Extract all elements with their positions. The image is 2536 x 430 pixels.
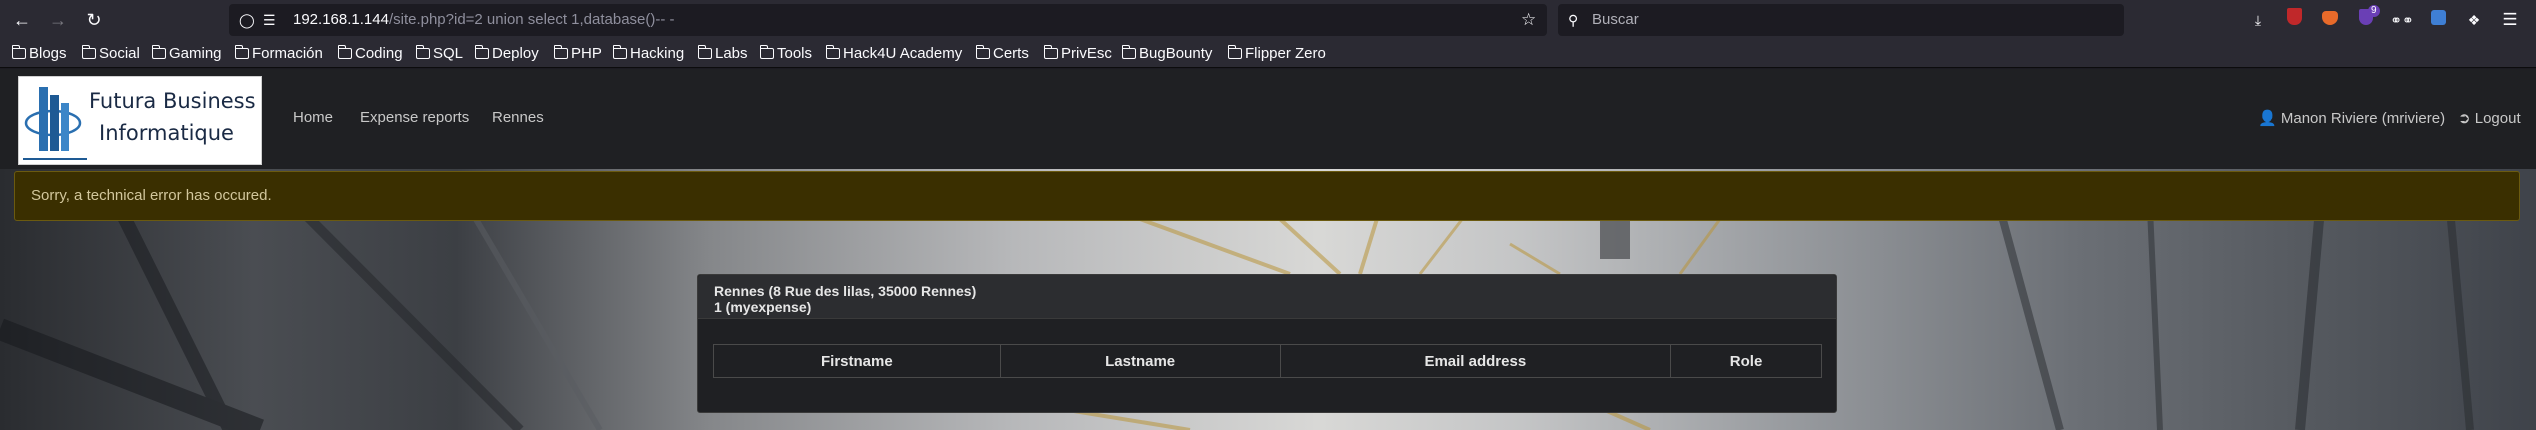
bookmark-folder[interactable]: Tools	[759, 43, 812, 65]
bookmark-folder[interactable]: Labs	[697, 43, 748, 65]
ublock-icon[interactable]	[2282, 8, 2306, 32]
users-table: Firstname Lastname Email address Role	[713, 344, 1822, 378]
logout-label: Logout	[2474, 110, 2521, 127]
bookmarks-bar: Blogs Social Gaming Formación Coding SQL…	[0, 40, 2536, 68]
fox-icon[interactable]	[2318, 8, 2342, 32]
bookmark-folder[interactable]: Deploy	[474, 43, 539, 65]
logout-icon: ➲	[2458, 110, 2471, 127]
url-path: /site.php?id=2 union select 1,database()…	[388, 11, 675, 28]
column-lastname: Lastname	[999, 344, 1281, 378]
folder-icon	[1043, 45, 1058, 59]
url-host: 192.168.1.144	[293, 11, 389, 28]
glasses-icon[interactable]: ⚭⚭	[2390, 8, 2414, 32]
url-bar[interactable]: ◯ ☰ 192.168.1.144/site.php?id=2 union se…	[229, 4, 1547, 36]
card-header: Rennes (8 Rue des lilas, 35000 Rennes) 1…	[698, 275, 1836, 319]
column-firstname: Firstname	[713, 344, 1001, 378]
folder-icon	[234, 45, 249, 59]
logo-text-line1: Futura Business	[89, 89, 256, 113]
folder-icon	[151, 45, 166, 59]
agency-card: Rennes (8 Rue des lilas, 35000 Rennes) 1…	[697, 274, 1837, 413]
user-menu[interactable]: 👤 Manon Riviere (mriviere)	[2258, 109, 2445, 127]
user-label: Manon Riviere (mriviere)	[2280, 110, 2446, 127]
web-page: Futura Business Informatique Home Expens…	[0, 69, 2536, 430]
folder-icon	[697, 45, 712, 59]
bookmark-star-icon[interactable]: ☆	[1521, 4, 1536, 36]
bookmark-folder[interactable]: Coding	[337, 43, 403, 65]
nav-rennes[interactable]: Rennes	[492, 109, 544, 126]
bookmark-folder[interactable]: Blogs	[11, 43, 67, 65]
folder-icon	[825, 45, 840, 59]
browser-toolbar: ← → ↻ ◯ ☰ 192.168.1.144/site.php?id=2 un…	[0, 0, 2536, 40]
bookmark-folder[interactable]: BugBounty	[1121, 43, 1212, 65]
menu-icon[interactable]: ☰	[2498, 8, 2522, 32]
folder-icon	[1227, 45, 1242, 59]
puzzle-icon[interactable]: ❖	[2462, 8, 2486, 32]
bookmark-folder[interactable]: PrivEsc	[1043, 43, 1112, 65]
logo-text-line2: Informatique	[99, 121, 234, 145]
table-header-row: Firstname Lastname Email address Role	[713, 344, 1822, 378]
column-email: Email address	[1279, 344, 1672, 378]
nav-expense-reports[interactable]: Expense reports	[360, 109, 469, 126]
search-icon: ⚲	[1568, 12, 1579, 28]
page-info-icon[interactable]: ☰	[263, 4, 276, 36]
error-message: Sorry, a technical error has occured.	[31, 187, 272, 204]
folder-icon	[11, 45, 26, 59]
folder-icon	[612, 45, 627, 59]
bookmark-folder[interactable]: SQL	[415, 43, 463, 65]
back-arrow-icon[interactable]: ←	[8, 6, 36, 34]
download-icon[interactable]: ⤓	[2246, 8, 2270, 32]
bookmark-folder[interactable]: Gaming	[151, 43, 222, 65]
bookmark-folder[interactable]: Flipper Zero	[1227, 43, 1326, 65]
search-placeholder: Buscar	[1592, 11, 1639, 28]
error-alert: Sorry, a technical error has occured.	[14, 171, 2520, 221]
folder-icon	[81, 45, 96, 59]
folder-icon	[553, 45, 568, 59]
shield-icon[interactable]: ◯	[239, 4, 255, 36]
folder-icon	[975, 45, 990, 59]
building-logo-icon	[23, 87, 87, 160]
folder-icon	[759, 45, 774, 59]
shield-extension-icon[interactable]: 9	[2354, 5, 2380, 32]
folder-icon	[337, 45, 352, 59]
bookmark-folder[interactable]: PHP	[553, 43, 602, 65]
folder-icon	[474, 45, 489, 59]
user-icon: 👤	[2258, 110, 2277, 127]
extension-badge: 9	[2368, 5, 2380, 17]
url-text[interactable]: 192.168.1.144/site.php?id=2 union select…	[293, 4, 675, 36]
forward-arrow-icon[interactable]: →	[44, 6, 72, 34]
folder-icon	[415, 45, 430, 59]
site-logo[interactable]: Futura Business Informatique	[18, 76, 262, 165]
bookmark-folder[interactable]: Hack4U Academy	[825, 43, 962, 65]
container-icon[interactable]	[2426, 8, 2450, 32]
bookmark-folder[interactable]: Certs	[975, 43, 1029, 65]
card-subtitle: 1 (myexpense)	[714, 299, 812, 315]
site-navbar: Futura Business Informatique Home Expens…	[0, 69, 2536, 169]
bookmark-folder[interactable]: Social	[81, 43, 140, 65]
reload-icon[interactable]: ↻	[80, 6, 108, 34]
search-bar[interactable]: ⚲ Buscar	[1558, 4, 2124, 36]
column-role: Role	[1670, 344, 1822, 378]
bookmark-folder[interactable]: Hacking	[612, 43, 684, 65]
bookmark-folder[interactable]: Formación	[234, 43, 323, 65]
card-title: Rennes (8 Rue des lilas, 35000 Rennes)	[714, 283, 977, 299]
logout-link[interactable]: ➲ Logout	[2458, 109, 2521, 127]
folder-icon	[1121, 45, 1136, 59]
nav-home[interactable]: Home	[293, 109, 333, 126]
